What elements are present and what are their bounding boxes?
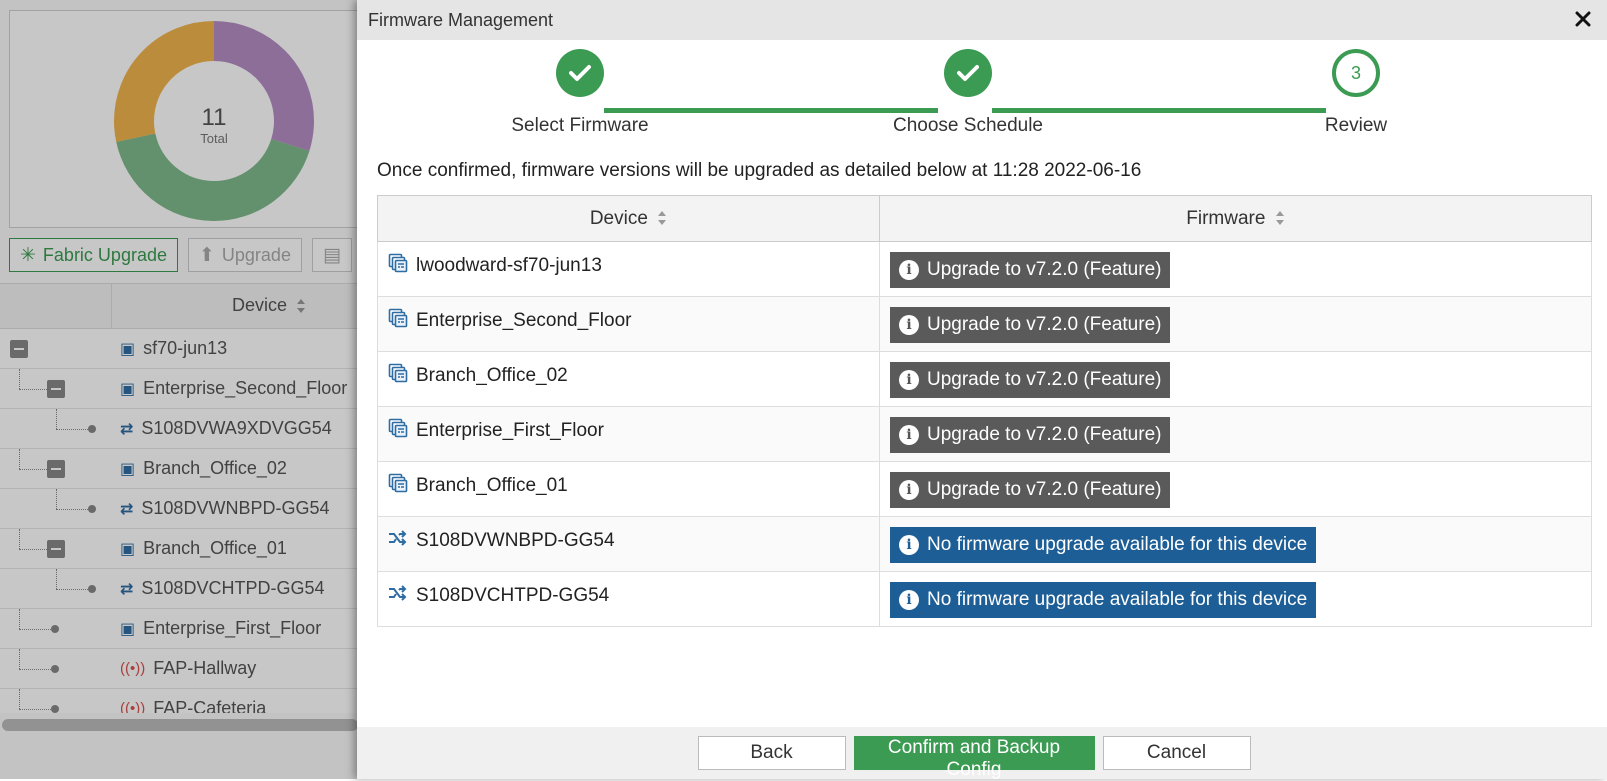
firmware-cell: i Upgrade to v7.2.0 (Feature): [879, 461, 1592, 517]
device-name: Branch_Office_01: [416, 475, 568, 496]
firmware-status-badge: i Upgrade to v7.2.0 (Feature): [890, 417, 1171, 453]
step-label-select-firmware: Select Firmware: [511, 115, 649, 136]
firmware-cell: i Upgrade to v7.2.0 (Feature): [879, 296, 1592, 352]
device-cell: lwoodward-sf70-jun13: [377, 241, 880, 297]
firmware-status-text: Upgrade to v7.2.0 (Feature): [927, 424, 1162, 445]
step-2-check-icon: [944, 49, 992, 97]
firmware-column-header[interactable]: Firmware: [879, 195, 1592, 242]
table-row[interactable]: Enterprise_Second_Floor i Upgrade to v7.…: [377, 296, 1592, 352]
step-label-review: Review: [1324, 115, 1388, 136]
info-icon: i: [899, 425, 919, 445]
fortigate-icon: [388, 253, 408, 279]
info-icon: i: [899, 315, 919, 335]
info-icon: i: [899, 480, 919, 500]
switch-icon: [388, 583, 408, 609]
firmware-status-badge: i Upgrade to v7.2.0 (Feature): [890, 472, 1171, 508]
fortigate-icon: [388, 473, 408, 499]
dialog-title: Firmware Management: [368, 9, 554, 30]
firmware-status-text: Upgrade to v7.2.0 (Feature): [927, 479, 1162, 500]
table-row[interactable]: S108DVWNBPD-GG54 i No firmware upgrade a…: [377, 516, 1592, 572]
dialog-footer: Back Confirm and Backup Config Cancel: [357, 727, 1607, 780]
device-name: Enterprise_First_Floor: [416, 420, 604, 441]
wizard-stepper: 3 Select Firmware Choose Schedule Review: [357, 40, 1607, 150]
firmware-status-text: No firmware upgrade available for this d…: [927, 589, 1308, 610]
firmware-cell: i No firmware upgrade available for this…: [879, 516, 1592, 572]
sort-icon: [1275, 211, 1284, 226]
device-name: lwoodward-sf70-jun13: [416, 255, 602, 276]
device-name: Enterprise_Second_Floor: [416, 310, 632, 331]
sort-icon: [658, 211, 667, 226]
dialog-header: Firmware Management: [357, 0, 1607, 40]
firmware-status-text: Upgrade to v7.2.0 (Feature): [927, 314, 1162, 335]
review-table: Device Firmware lwoodward-sf70-jun13 i U…: [377, 195, 1592, 627]
device-name: S108DVCHTPD-GG54: [416, 585, 610, 606]
close-icon[interactable]: [1571, 7, 1595, 31]
firmware-cell: i No firmware upgrade available for this…: [879, 571, 1592, 627]
fortigate-icon: [388, 363, 408, 389]
device-cell: S108DVCHTPD-GG54: [377, 571, 880, 627]
step-connector: [992, 108, 1326, 113]
switch-icon: [388, 528, 408, 554]
firmware-cell: i Upgrade to v7.2.0 (Feature): [879, 241, 1592, 297]
firmware-cell: i Upgrade to v7.2.0 (Feature): [879, 406, 1592, 462]
device-column-header[interactable]: Device: [377, 195, 880, 242]
table-row[interactable]: Branch_Office_01 i Upgrade to v7.2.0 (Fe…: [377, 461, 1592, 517]
device-name: S108DVWNBPD-GG54: [416, 530, 615, 551]
firmware-status-text: Upgrade to v7.2.0 (Feature): [927, 369, 1162, 390]
modal-overlay: [0, 0, 360, 779]
device-cell: S108DVWNBPD-GG54: [377, 516, 880, 572]
table-row[interactable]: Branch_Office_02 i Upgrade to v7.2.0 (Fe…: [377, 351, 1592, 407]
table-row[interactable]: Enterprise_First_Floor i Upgrade to v7.2…: [377, 406, 1592, 462]
firmware-cell: i Upgrade to v7.2.0 (Feature): [879, 351, 1592, 407]
table-row[interactable]: S108DVCHTPD-GG54 i No firmware upgrade a…: [377, 571, 1592, 627]
fortigate-icon: [388, 308, 408, 334]
device-cell: Branch_Office_01: [377, 461, 880, 517]
device-cell: Enterprise_Second_Floor: [377, 296, 880, 352]
info-icon: i: [899, 370, 919, 390]
confirm-and-backup-config-button[interactable]: Confirm and Backup Config: [853, 736, 1095, 780]
step-connector: [604, 108, 938, 113]
fortigate-icon: [388, 418, 408, 444]
firmware-status-badge: i No firmware upgrade available for this…: [890, 527, 1317, 563]
info-icon: i: [899, 535, 919, 555]
table-row[interactable]: lwoodward-sf70-jun13 i Upgrade to v7.2.0…: [377, 241, 1592, 297]
firmware-status-badge: i No firmware upgrade available for this…: [890, 582, 1317, 618]
step-3-number: 3: [1332, 49, 1380, 97]
firmware-status-badge: i Upgrade to v7.2.0 (Feature): [890, 362, 1171, 398]
device-cell: Branch_Office_02: [377, 351, 880, 407]
device-cell: Enterprise_First_Floor: [377, 406, 880, 462]
firmware-status-text: No firmware upgrade available for this d…: [927, 534, 1308, 555]
firmware-status-badge: i Upgrade to v7.2.0 (Feature): [890, 307, 1171, 343]
cancel-button[interactable]: Cancel: [1102, 736, 1251, 770]
back-button[interactable]: Back: [697, 736, 846, 770]
device-name: Branch_Office_02: [416, 365, 568, 386]
firmware-management-dialog: Firmware Management 3 Select Firmware Ch…: [357, 0, 1607, 780]
step-label-choose-schedule: Choose Schedule: [893, 115, 1043, 136]
info-icon: i: [899, 260, 919, 280]
firmware-status-badge: i Upgrade to v7.2.0 (Feature): [890, 252, 1171, 288]
firmware-status-text: Upgrade to v7.2.0 (Feature): [927, 259, 1162, 280]
info-icon: i: [899, 590, 919, 610]
confirmation-message: Once confirmed, firmware versions will b…: [377, 160, 1142, 181]
step-1-check-icon: [556, 49, 604, 97]
